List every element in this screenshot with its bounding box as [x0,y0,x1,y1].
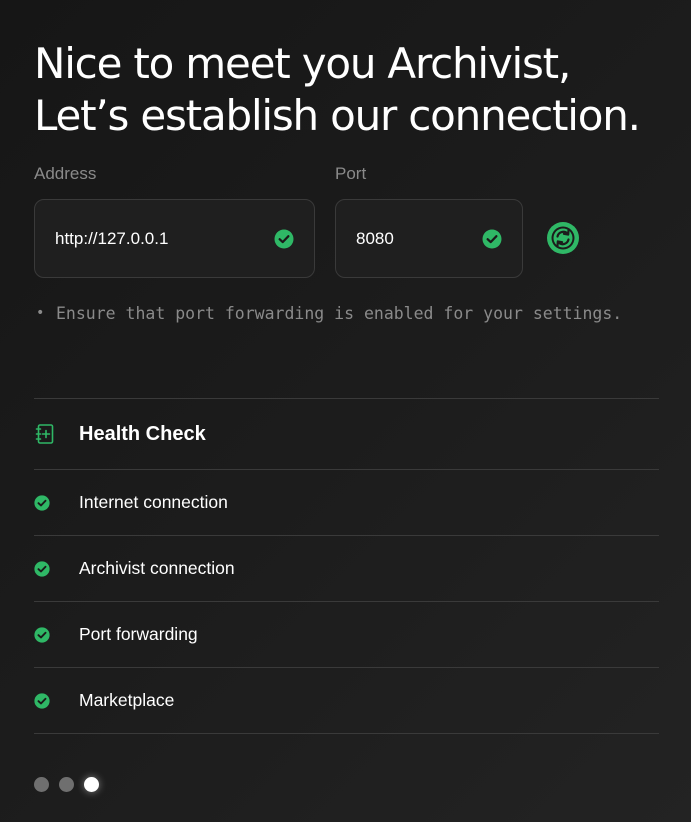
title-line-1: Nice to meet you Archivist, [34,39,571,88]
address-field[interactable]: http://127.0.0.1 [34,199,315,278]
health-item-label: Internet connection [79,492,228,512]
pager-dot-3-active[interactable] [84,777,99,792]
health-item-label: Archivist connection [79,558,235,578]
medical-notebook-icon [34,423,79,445]
refresh-icon[interactable] [546,221,580,255]
check-circle-icon [34,692,50,709]
check-circle-icon [34,626,50,643]
check-circle-icon [34,560,50,577]
health-item-marketplace: Marketplace [34,667,659,734]
port-field[interactable]: 8080 [335,199,523,278]
health-check-header: Health Check [34,398,659,469]
address-value[interactable]: http://127.0.0.1 [55,229,274,249]
pager-dot-2[interactable] [59,777,74,792]
health-check-title: Health Check [79,422,206,445]
health-item-port-forwarding: Port forwarding [34,601,659,667]
step-pager [34,777,99,792]
health-item-archivist: Archivist connection [34,535,659,601]
check-circle-icon [482,229,502,248]
title-line-2: Let’s establish our connection. [34,91,641,140]
health-check-panel: Health Check Internet connection Archivi… [34,398,659,734]
pager-dot-1[interactable] [34,777,49,792]
bullet-icon: • [36,305,45,321]
health-item-label: Port forwarding [79,624,198,644]
check-circle-icon [34,494,50,511]
health-item-label: Marketplace [79,690,175,710]
hint-text: Ensure that port forwarding is enabled f… [56,304,623,323]
page-title: Nice to meet you Archivist, Let’s establ… [34,38,641,142]
address-label: Address [34,164,97,183]
port-value[interactable]: 8080 [356,229,482,249]
health-item-internet: Internet connection [34,469,659,535]
port-forwarding-hint: • Ensure that port forwarding is enabled… [36,303,626,324]
port-label: Port [335,164,367,183]
check-circle-icon [274,229,294,248]
